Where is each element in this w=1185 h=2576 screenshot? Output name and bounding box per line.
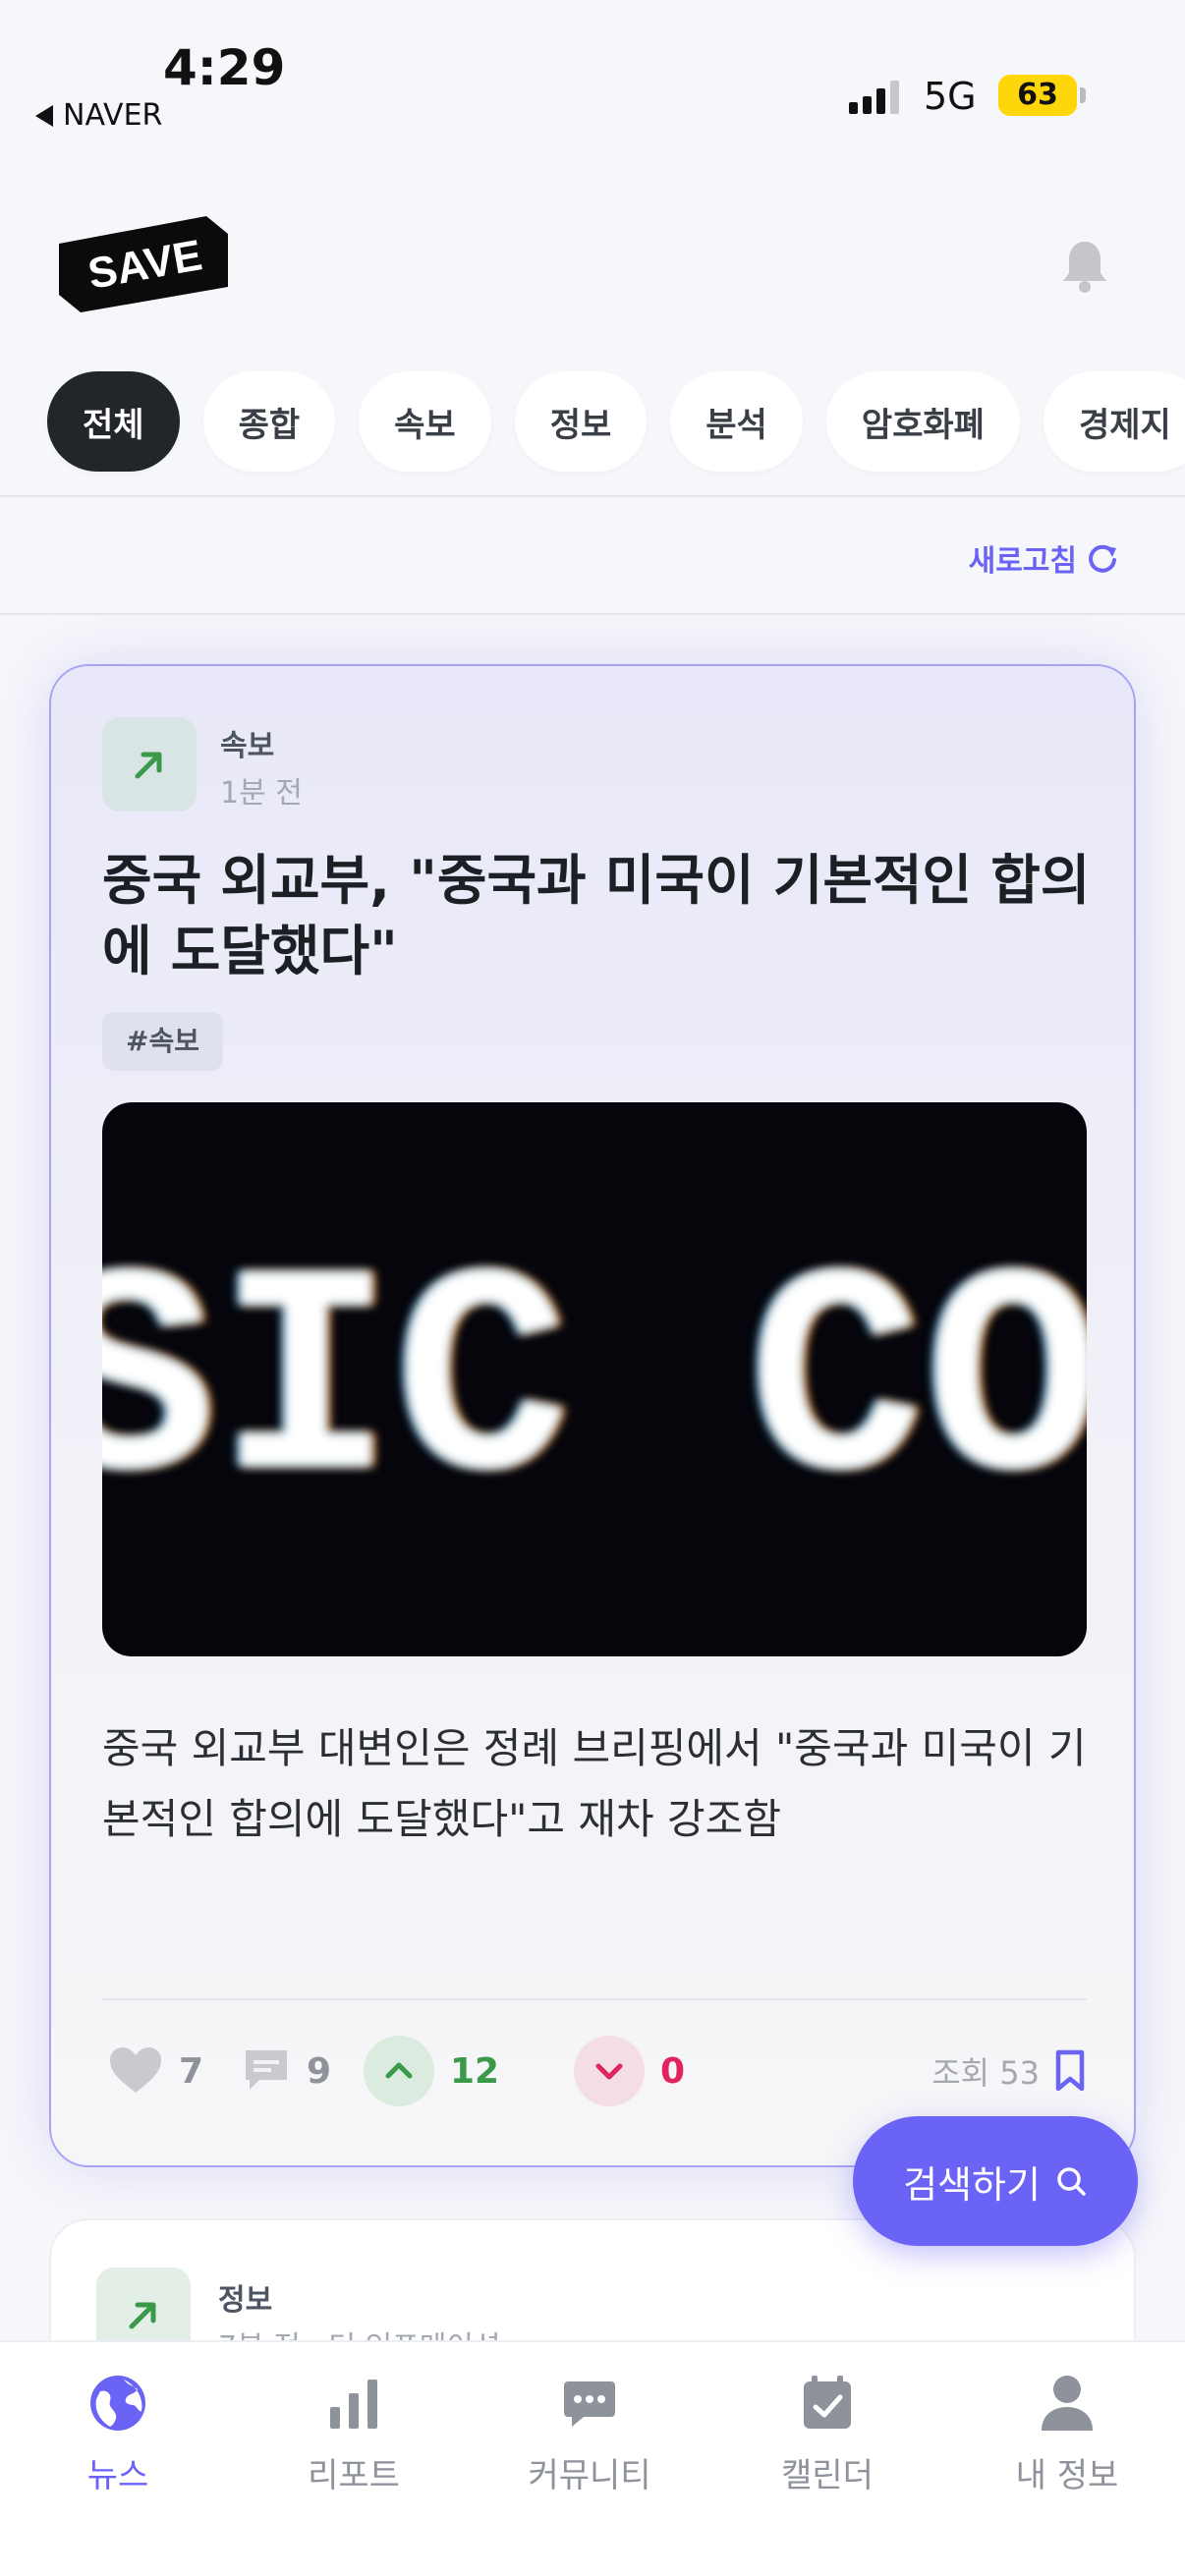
card-time-ago: 1분 전 bbox=[220, 776, 303, 811]
tab-analysis[interactable]: 분석 bbox=[670, 371, 803, 472]
search-icon bbox=[1057, 2167, 1086, 2196]
nav-community-label: 커뮤니티 bbox=[528, 2456, 651, 2495]
back-app-label: NAVER bbox=[63, 98, 163, 133]
network-type: 5G bbox=[924, 75, 977, 118]
cellular-signal-icon bbox=[849, 81, 899, 114]
upvote-button[interactable]: 12 bbox=[364, 2032, 499, 2110]
category-tabs: 전체 종합 속보 정보 분석 암호화폐 경제지 bbox=[47, 371, 1185, 472]
news-card[interactable]: 속보 1분 전 중국 외교부, "중국과 미국이 기본적인 합의에 도달했다" … bbox=[49, 664, 1136, 2167]
bookmark-icon[interactable] bbox=[1053, 2049, 1087, 2093]
card-summary: 중국 외교부 대변인은 정례 브리핑에서 "중국과 미국이 기본적인 합의에 도… bbox=[102, 1724, 1087, 1843]
card-category: 속보 bbox=[220, 729, 275, 763]
card-headline[interactable]: 중국 외교부, "중국과 미국이 기본적인 합의에 도달했다" bbox=[102, 845, 1104, 986]
downvote-button[interactable]: 0 bbox=[574, 2032, 685, 2110]
image-text: SIC CO bbox=[102, 1221, 1087, 1555]
person-icon bbox=[1042, 2376, 1093, 2431]
upvote-circle bbox=[364, 2036, 434, 2106]
refresh-bar: 새로고침 bbox=[0, 497, 1185, 615]
like-button[interactable]: 7 bbox=[108, 2032, 203, 2110]
chevron-up-icon bbox=[385, 2062, 413, 2079]
globe-icon bbox=[90, 2376, 145, 2431]
comment-icon bbox=[246, 2050, 287, 2090]
search-fab-button[interactable]: 검색하기 bbox=[853, 2116, 1138, 2246]
nav-my-info-label: 내 정보 bbox=[1015, 2456, 1119, 2495]
card2-category: 정보 bbox=[218, 2283, 273, 2318]
downvote-circle bbox=[574, 2036, 645, 2106]
nav-calendar[interactable]: 캘린더 bbox=[729, 2372, 926, 2496]
trend-arrow-icon bbox=[135, 752, 162, 779]
tab-breaking[interactable]: 속보 bbox=[359, 371, 491, 472]
comment-count: 9 bbox=[307, 2050, 332, 2092]
nav-report[interactable]: 리포트 bbox=[255, 2372, 452, 2496]
tab-crypto[interactable]: 암호화폐 bbox=[825, 371, 1020, 472]
category-badge bbox=[102, 717, 197, 812]
nav-news[interactable]: 뉴스 bbox=[20, 2372, 216, 2496]
tab-general[interactable]: 종합 bbox=[202, 371, 336, 472]
card-hashtag[interactable]: #속보 bbox=[102, 1012, 223, 1071]
search-fab-label: 검색하기 bbox=[903, 2162, 1041, 2207]
refresh-icon bbox=[1089, 544, 1116, 573]
calendar-check-icon bbox=[804, 2376, 851, 2429]
refresh-button[interactable]: 새로고침 bbox=[969, 536, 1120, 580]
nav-calendar-label: 캘린더 bbox=[781, 2456, 874, 2495]
like-count: 7 bbox=[179, 2050, 204, 2092]
nav-report-label: 리포트 bbox=[308, 2456, 400, 2495]
battery-icon: 63 bbox=[998, 75, 1077, 116]
status-time: 4:29 bbox=[163, 39, 286, 96]
tab-info[interactable]: 정보 bbox=[514, 371, 648, 472]
nav-news-label: 뉴스 bbox=[86, 2456, 149, 2495]
chat-bubble-icon bbox=[564, 2381, 615, 2427]
refresh-label: 새로고침 bbox=[968, 544, 1077, 579]
bottom-navigation: 뉴스 리포트 커뮤니티 캘린더 내 정보 bbox=[0, 2340, 1185, 2576]
card-actions: 7 9 12 0 조회 53 bbox=[102, 2032, 1087, 2110]
save-logo[interactable]: SAVE bbox=[59, 216, 228, 312]
chevron-down-icon bbox=[595, 2063, 623, 2080]
downvote-count: 0 bbox=[660, 2050, 686, 2092]
trend-arrow-icon bbox=[129, 2302, 156, 2329]
tab-all[interactable]: 전체 bbox=[47, 371, 180, 472]
back-triangle-icon bbox=[35, 104, 53, 127]
card-divider bbox=[102, 1998, 1087, 2000]
battery-tip bbox=[1080, 87, 1086, 103]
bell-icon[interactable] bbox=[1055, 236, 1114, 295]
image-text-graphic: SIC CO SIC CO SIC CO bbox=[102, 1221, 1087, 1555]
back-to-app-link[interactable]: NAVER bbox=[35, 98, 162, 133]
view-count: 조회 53 bbox=[931, 2054, 1040, 2092]
comment-button[interactable]: 9 bbox=[242, 2032, 331, 2110]
upvote-count: 12 bbox=[450, 2050, 500, 2092]
bar-chart-icon bbox=[330, 2380, 377, 2429]
nav-my-info[interactable]: 내 정보 bbox=[969, 2372, 1165, 2496]
tab-economy[interactable]: 경제지 bbox=[1043, 371, 1185, 472]
nav-community[interactable]: 커뮤니티 bbox=[491, 2372, 688, 2496]
heart-icon bbox=[110, 2047, 161, 2093]
news-thumbnail-image[interactable]: SIC CO SIC CO SIC CO bbox=[102, 1102, 1087, 1656]
views-area: 조회 53 bbox=[931, 2032, 1087, 2110]
status-bar: 4:29 NAVER 5G 63 bbox=[0, 0, 1185, 147]
